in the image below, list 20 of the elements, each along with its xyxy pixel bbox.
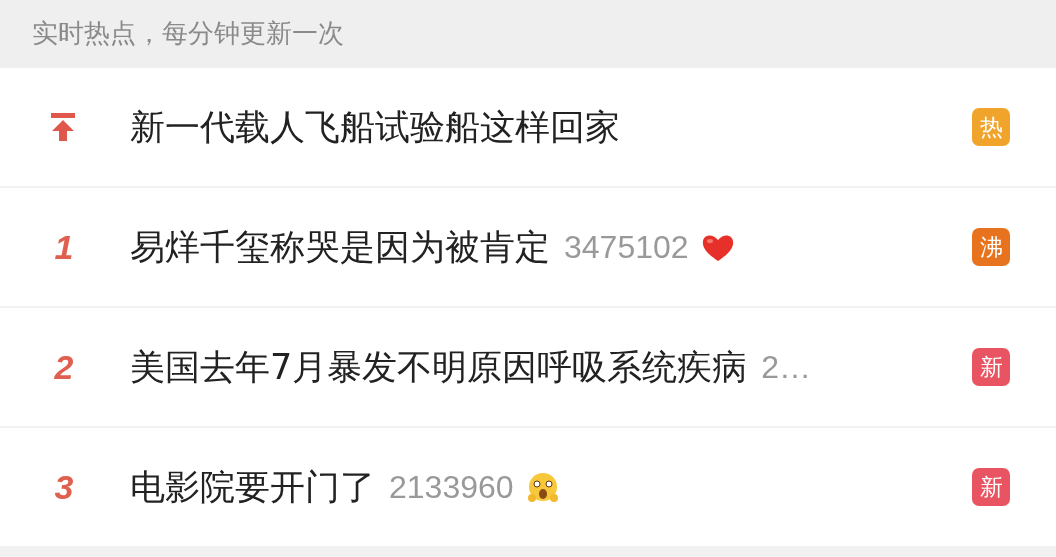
topic-title: 易烊千玺称哭是因为被肯定	[130, 226, 550, 268]
hot-tag: 沸	[972, 228, 1010, 266]
rank-number: 2	[54, 347, 74, 387]
list-row[interactable]: 2 美国去年7月暴发不明原因呼吸系统疾病 2… 新	[0, 308, 1056, 426]
list-row[interactable]: 新一代载人飞船试验船这样回家 热	[0, 68, 1056, 186]
topic-title: 电影院要开门了	[130, 466, 375, 508]
heat-count: 3475102	[564, 228, 689, 266]
list-row[interactable]: 1 易烊千玺称哭是因为被肯定 3475102 沸	[0, 188, 1056, 306]
rank-number: 3	[54, 467, 74, 507]
topic-title: 美国去年7月暴发不明原因呼吸系统疾病	[130, 346, 748, 388]
rank-number: 1	[54, 227, 74, 267]
hot-tag: 新	[972, 468, 1010, 506]
pin-top-icon	[49, 111, 77, 143]
heat-count: 2133960	[389, 468, 514, 506]
emoji-icon	[525, 471, 560, 503]
heat-count: 2…	[761, 348, 812, 386]
hot-tag: 热	[972, 108, 1010, 146]
topic-title: 新一代载人飞船试验船这样回家	[130, 106, 620, 148]
list-row[interactable]: 3 电影院要开门了 2133960 新	[0, 428, 1056, 546]
hot-tag: 新	[972, 348, 1010, 386]
